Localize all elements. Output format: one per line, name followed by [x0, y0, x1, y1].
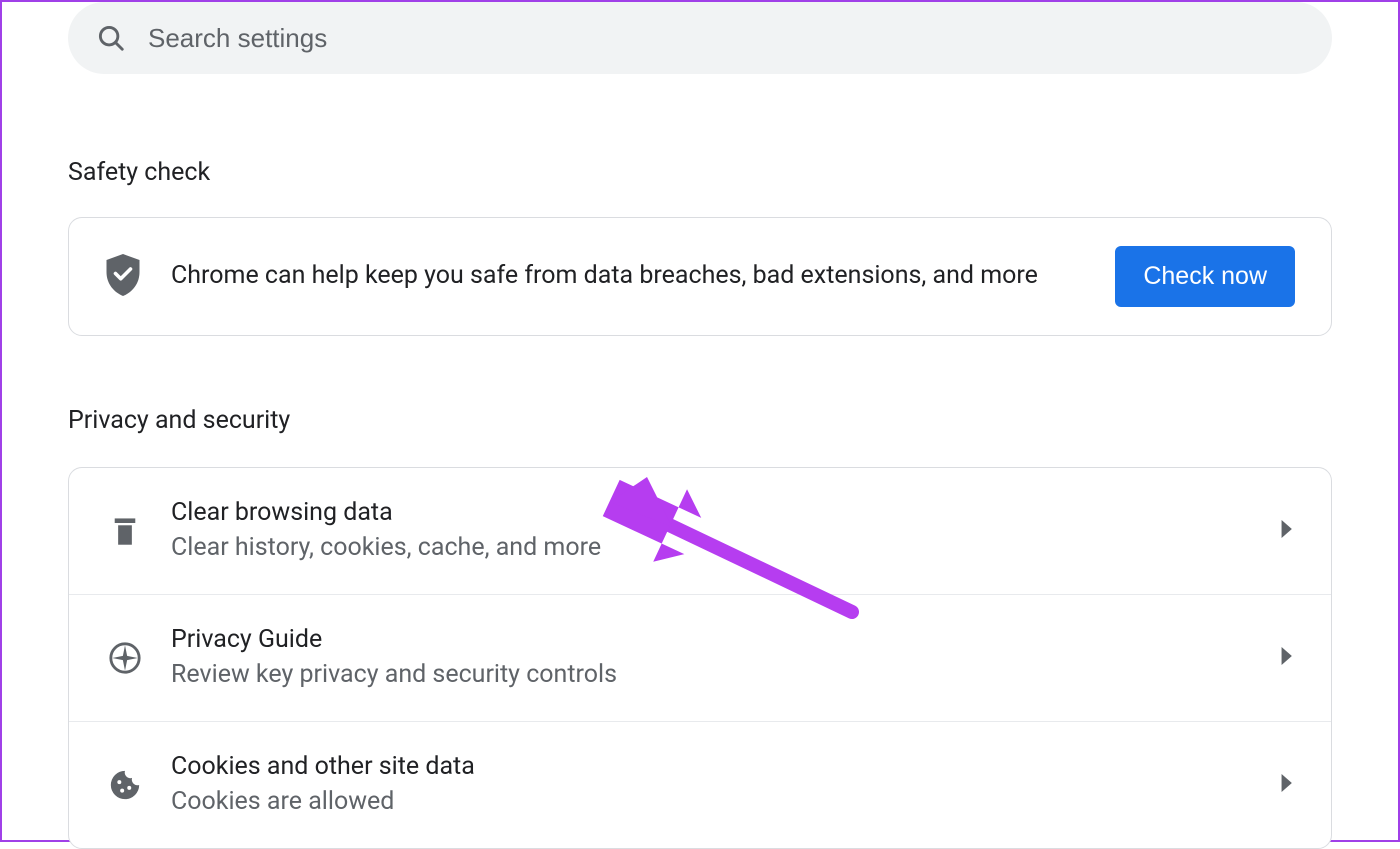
safety-check-card: Chrome can help keep you safe from data … — [68, 217, 1332, 336]
privacy-security-heading: Privacy and security — [68, 406, 1332, 435]
trash-icon — [105, 515, 145, 547]
chevron-right-icon — [1281, 774, 1295, 796]
safety-check-text: Chrome can help keep you safe from data … — [171, 260, 1115, 293]
safety-check-heading: Safety check — [68, 158, 1332, 187]
clear-browsing-data-row[interactable]: Clear browsing data Clear history, cooki… — [69, 468, 1331, 594]
check-now-button[interactable]: Check now — [1115, 246, 1295, 307]
search-input[interactable] — [148, 23, 1304, 54]
row-title: Clear browsing data — [171, 496, 1281, 530]
privacy-guide-row[interactable]: Privacy Guide Review key privacy and sec… — [69, 594, 1331, 721]
row-subtitle: Cookies are allowed — [171, 784, 1281, 820]
search-icon — [96, 23, 126, 53]
row-subtitle: Clear history, cookies, cache, and more — [171, 530, 1281, 566]
cookie-icon — [105, 768, 145, 802]
chevron-right-icon — [1281, 520, 1295, 542]
row-title: Privacy Guide — [171, 623, 1281, 657]
chevron-right-icon — [1281, 647, 1295, 669]
row-subtitle: Review key privacy and security controls — [171, 657, 1281, 693]
cookies-row[interactable]: Cookies and other site data Cookies are … — [69, 721, 1331, 848]
compass-icon — [105, 641, 145, 675]
row-title: Cookies and other site data — [171, 750, 1281, 784]
shield-check-icon — [105, 254, 141, 300]
search-bar[interactable] — [68, 2, 1332, 74]
privacy-security-card: Clear browsing data Clear history, cooki… — [68, 467, 1332, 849]
